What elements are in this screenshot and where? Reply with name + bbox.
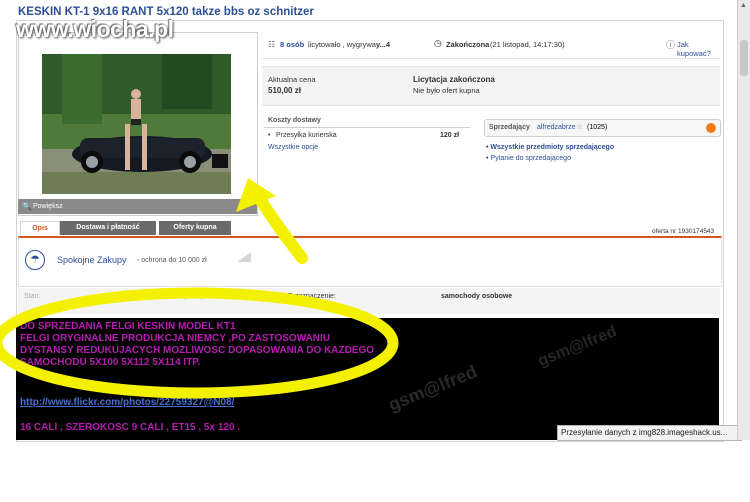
ended-label: Zakończona (446, 40, 490, 49)
scroll-up-icon[interactable]: ▲ (740, 2, 748, 10)
safe-shopping-note: - ochrona do 10 000 zł (137, 257, 207, 264)
bidders-link[interactable]: 8 osób (280, 40, 304, 49)
shipping-method: Przesyłka kurierska (276, 132, 337, 139)
seller-status-dot-icon (706, 123, 716, 133)
arrow-link-icon[interactable] (235, 250, 253, 264)
seller-name-link[interactable]: alfredzabrze (537, 124, 576, 131)
status-bar: Przesyłanie danych z img828.imageshack.u… (557, 425, 742, 441)
auction-status-note: Nie było ofert kupna (413, 86, 480, 95)
desc-line: 16 CALI , SZEROKOSC 9 CALI , ET15 , 5x 1… (20, 422, 241, 433)
tab-shipping-payment[interactable]: Dostawa i płatność (60, 221, 156, 235)
shipping-cost: 120 zł (440, 132, 460, 139)
flickr-link[interactable]: http://www.flickr.com/photos/22759327@N0… (20, 397, 234, 408)
desc-line: SAMOCHODU 5X100 5X112 5X114 ITP. (20, 357, 201, 368)
seller-rating: (1025) (587, 124, 608, 131)
param-label-condition: Stan: (24, 293, 41, 300)
all-options-link[interactable]: Wszystkie opcje (268, 144, 318, 151)
auction-summary-row: ☷ 8 osób licytowało , wygrywa y...4 ◷ Za… (262, 32, 720, 59)
param-value-purpose: samochody osobowe (441, 293, 513, 300)
help-icon: ⓘ (666, 40, 676, 50)
winner-name: y...4 (376, 40, 391, 49)
bullet-icon: • (268, 132, 271, 139)
magnifier-icon: 🔍 (22, 202, 32, 211)
listing-photo[interactable] (42, 54, 231, 194)
bidders-text: licytowało , wygrywa (308, 40, 376, 49)
desc-line: FELGI ORYGINALNE PRODUKCJA NIEMCY ,PO ZA… (20, 333, 331, 344)
offer-number: oferta nr 1930174543 (652, 228, 715, 235)
star-icon: ☆ (576, 122, 584, 131)
desc-line: DO SPRZEDANIA FELGI KESKIN MODEL KT1 (20, 321, 236, 332)
safe-shopping-box: ☂ Spokojne Zakupy - ochrona do 10 000 zł (18, 236, 722, 287)
price-box: Aktualna cena 510,00 zł Licytacja zakońc… (262, 66, 720, 106)
shipping-divider (264, 127, 470, 128)
price-label: Aktualna cena (268, 75, 316, 84)
price-value: 510,00 zł (268, 86, 301, 95)
seller-links: • Wszystkie przedmioty sprzedającego • P… (486, 144, 615, 162)
desc-line: DYSTANSY REDUKUJACYCH MOZLIWOSC DOPASOWA… (20, 345, 375, 356)
tab-description[interactable]: Opis (20, 221, 60, 235)
description-watermark: gsm@lfred (385, 361, 480, 415)
people-icon: ☷ (268, 40, 276, 49)
seller-label: Sprzedający (489, 124, 530, 131)
safe-shopping-title[interactable]: Spokojne Zakupy (57, 255, 127, 265)
scroll-thumb[interactable] (740, 40, 748, 76)
shipping-box: Koszty dostawy • Przesyłka kurierska 120… (264, 115, 474, 157)
description-watermark: gsm@lfred (535, 323, 620, 370)
car-photo-illustration (42, 54, 231, 194)
shipping-title: Koszty dostawy (268, 117, 321, 124)
param-label-purpose: Przeznaczenie: (288, 293, 336, 300)
parameters-row: Stan: Używany Przeznaczenie: samochody o… (18, 288, 720, 314)
ended-date: (21 listopad, 14:17:30) (490, 40, 565, 49)
zoom-label: Powiększ (33, 203, 63, 210)
auction-status-title: Licytacja zakończona (413, 75, 495, 84)
site-watermark: www.wiocha.pl (16, 16, 174, 42)
scrollbar[interactable]: ▲ (737, 0, 750, 440)
description-panel: DO SPRZEDANIA FELGI KESKIN MODEL KT1 FEL… (16, 318, 719, 440)
umbrella-icon: ☂ (25, 250, 45, 270)
clock-icon: ◷ (434, 38, 442, 48)
param-value-condition: Używany (176, 293, 205, 300)
zoom-bar[interactable]: 🔍 Powiększ (18, 199, 257, 214)
seller-items-link[interactable]: Wszystkie przedmioty sprzedającego (490, 144, 614, 151)
help-link[interactable]: Jak kupować? (677, 40, 720, 58)
seller-box: Sprzedający alfredzabrze ☆ (1025) (484, 119, 721, 137)
tab-buy-offers[interactable]: Oferty kupna (159, 221, 231, 235)
ask-seller-link[interactable]: Pytanie do sprzedającego (490, 155, 571, 162)
